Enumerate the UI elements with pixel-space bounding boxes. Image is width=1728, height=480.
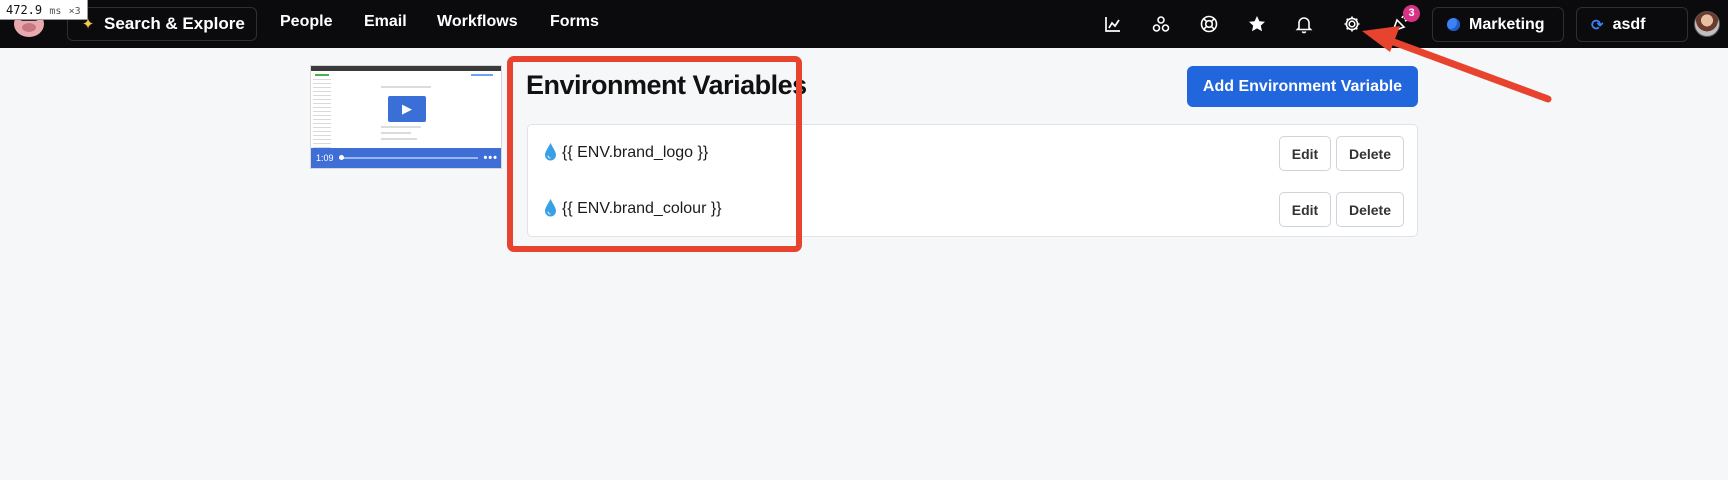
nav-link-email[interactable]: Email [364,13,407,31]
delete-button[interactable]: Delete [1336,136,1404,171]
star-icon[interactable] [1245,12,1269,36]
project-name: asdf [1612,15,1646,33]
search-explore-label: Search & Explore [104,14,245,33]
video-preview-line [381,126,421,128]
tutorial-video-player[interactable]: ▶ 1:09 ••• [310,65,502,169]
nav-link-forms[interactable]: Forms [550,13,599,31]
perf-overlay: 472.9 ms ×3 [0,0,88,20]
video-preview-line [471,74,493,76]
delete-button[interactable]: Delete [1336,192,1404,227]
add-environment-variable-button[interactable]: Add Environment Variable [1187,66,1418,107]
video-preview-line [381,138,417,140]
top-navigation-bar: ✦ Search & Explore People Email Workflow… [0,0,1728,48]
workspace-name: Marketing [1469,15,1545,33]
video-preview-topbar [311,66,501,71]
notification-count-badge: 3 [1403,5,1420,22]
annotation-arrow [1362,26,1552,103]
video-preview-sidebar [313,76,331,156]
annotation-highlight-box [507,56,802,252]
project-switcher[interactable]: ⟳ asdf [1576,7,1688,42]
gear-icon[interactable] [1340,12,1364,36]
video-preview-line [315,74,329,76]
globe-icon [1447,18,1460,31]
workspace-switcher[interactable]: Marketing [1432,7,1564,42]
edit-button[interactable]: Edit [1279,192,1331,227]
video-scrubber[interactable] [338,155,479,160]
video-preview-line [381,86,431,88]
video-preview-line [381,132,411,134]
analytics-icon[interactable] [1101,12,1125,36]
edit-button[interactable]: Edit [1279,136,1331,171]
sync-icon: ⟳ [1591,16,1604,34]
search-explore-button[interactable]: ✦ Search & Explore [67,7,257,41]
bell-icon[interactable] [1292,12,1316,36]
help-icon[interactable] [1197,12,1221,36]
user-avatar[interactable] [1694,11,1720,37]
video-duration: 1:09 [316,153,334,163]
video-controls: 1:09 ••• [311,148,501,168]
more-options-icon[interactable]: ••• [483,152,498,164]
play-icon[interactable]: ▶ [388,96,426,122]
integrations-icon[interactable] [1149,12,1173,36]
nav-link-people[interactable]: People [280,13,332,31]
nav-link-workflows[interactable]: Workflows [437,13,518,31]
